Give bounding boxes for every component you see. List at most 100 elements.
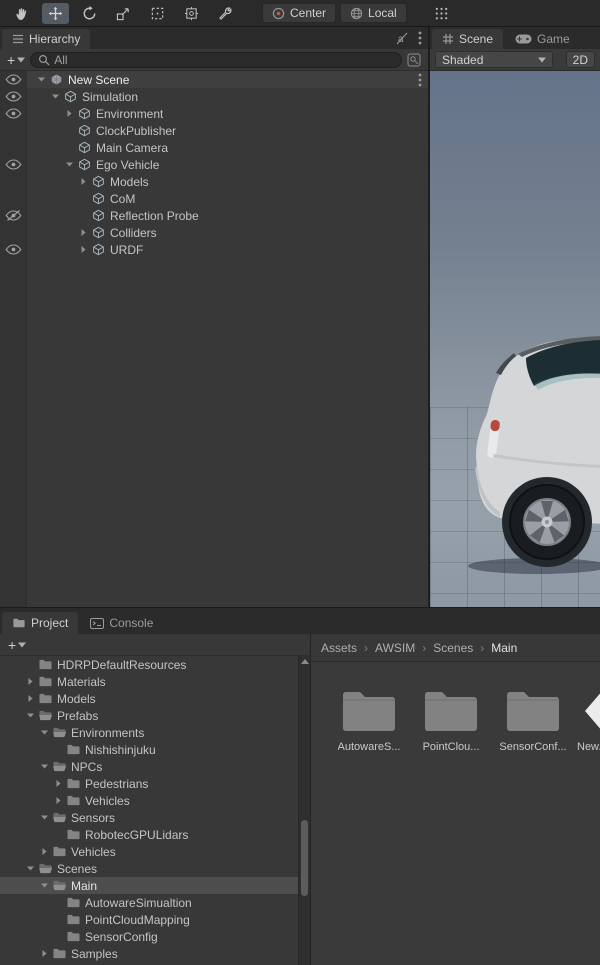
breadcrumb-item-assets[interactable]: Assets xyxy=(321,641,357,655)
project-tree-scrollbar[interactable] xyxy=(298,656,310,965)
hierarchy-item-environment[interactable]: Environment xyxy=(0,105,428,122)
expand-arrow-icon[interactable] xyxy=(24,677,37,686)
project-folder-hdrpdefaultresources[interactable]: HDRPDefaultResources xyxy=(0,656,298,673)
asset-tile-new-[interactable]: New... xyxy=(575,688,600,753)
hierarchy-item-models[interactable]: Models xyxy=(0,173,428,190)
asset-tile-pointclou-[interactable]: PointClou... xyxy=(411,688,491,753)
hand-tool[interactable] xyxy=(8,3,35,24)
project-folder-samples[interactable]: Samples xyxy=(0,945,298,962)
project-folder-sensorconfig[interactable]: SensorConfig xyxy=(0,928,298,945)
toggle-2d-button[interactable]: 2D xyxy=(565,51,595,68)
expand-arrow-icon[interactable] xyxy=(38,949,51,958)
expand-arrow-icon[interactable] xyxy=(63,160,76,169)
scroll-up-icon[interactable] xyxy=(299,656,310,666)
expand-arrow-icon[interactable] xyxy=(52,779,65,788)
visibility-toggle-icon[interactable] xyxy=(0,173,27,190)
expand-arrow-icon[interactable] xyxy=(38,728,51,737)
project-folder-sensors[interactable]: Sensors xyxy=(0,809,298,826)
project-folder-vehicles[interactable]: Vehicles xyxy=(0,792,298,809)
kebab-menu-icon[interactable] xyxy=(418,31,422,45)
breadcrumb-item-main[interactable]: Main xyxy=(491,641,517,655)
project-folder-scenes[interactable]: Scenes xyxy=(0,860,298,877)
project-folder-vehicles[interactable]: Vehicles xyxy=(0,843,298,860)
expand-arrow-icon[interactable] xyxy=(38,813,51,822)
shading-mode-dropdown[interactable]: Shaded xyxy=(435,51,553,68)
expand-arrow-icon[interactable] xyxy=(38,762,51,771)
visibility-toggle-icon[interactable] xyxy=(0,71,27,88)
create-object-button[interactable]: + xyxy=(7,53,26,67)
move-tool[interactable] xyxy=(42,2,69,24)
visibility-toggle-icon[interactable] xyxy=(0,122,27,139)
project-folder-autowaresimualtion[interactable]: AutowareSimualtion xyxy=(0,894,298,911)
project-folder-materials[interactable]: Materials xyxy=(0,673,298,690)
asset-tile-autowares-[interactable]: AutowareS... xyxy=(329,688,409,753)
folder-icon xyxy=(37,675,54,688)
create-asset-button[interactable]: + xyxy=(8,638,27,652)
project-folder-nishishinjuku[interactable]: Nishishinjuku xyxy=(0,741,298,758)
hierarchy-item-ego-vehicle[interactable]: Ego Vehicle xyxy=(0,156,428,173)
hierarchy-item-simulation[interactable]: Simulation xyxy=(0,88,428,105)
search-by-type-icon[interactable] xyxy=(407,53,421,67)
expand-arrow-icon[interactable] xyxy=(52,796,65,805)
hierarchy-item-main-camera[interactable]: Main Camera xyxy=(0,139,428,156)
visibility-toggle-icon[interactable] xyxy=(0,105,27,122)
folder-open-icon xyxy=(51,879,68,892)
breadcrumb-item-scenes[interactable]: Scenes xyxy=(433,641,473,655)
expand-arrow-icon[interactable] xyxy=(24,711,37,720)
hierarchy-item-colliders[interactable]: Colliders xyxy=(0,224,428,241)
hierarchy-item-urdf[interactable]: URDF xyxy=(0,241,428,258)
project-folder-robotecgpulidars[interactable]: RobotecGPULidars xyxy=(0,826,298,843)
project-folder-pointcloudmapping[interactable]: PointCloudMapping xyxy=(0,911,298,928)
expand-arrow-icon[interactable] xyxy=(77,245,90,254)
rotate-tool[interactable] xyxy=(76,3,103,24)
tab-game[interactable]: Game xyxy=(505,29,580,49)
visibility-toggle-icon[interactable] xyxy=(0,139,27,156)
scale-tool[interactable] xyxy=(110,3,137,24)
expand-arrow-icon[interactable] xyxy=(77,228,90,237)
expand-arrow-icon[interactable] xyxy=(24,694,37,703)
visibility-toggle-icon[interactable] xyxy=(0,156,27,173)
kebab-menu-icon[interactable] xyxy=(418,73,422,87)
orientation-toggle-button[interactable]: Local xyxy=(340,3,407,23)
tab-project[interactable]: Project xyxy=(2,612,79,634)
scrollbar-thumb[interactable] xyxy=(301,820,308,896)
project-folder-environments[interactable]: Environments xyxy=(0,724,298,741)
project-folder-pedestrians[interactable]: Pedestrians xyxy=(0,775,298,792)
visibility-toggle-icon[interactable] xyxy=(0,241,27,258)
visibility-toggle-icon[interactable] xyxy=(0,190,27,207)
scene-viewport[interactable] xyxy=(430,71,600,607)
pivot-toggle-button[interactable]: Center xyxy=(262,3,337,23)
hierarchy-item-com[interactable]: CoM xyxy=(0,190,428,207)
project-folder-npcs[interactable]: NPCs xyxy=(0,758,298,775)
grid-snap-button[interactable] xyxy=(428,3,455,24)
asset-tile-sensorconf-[interactable]: SensorConf... xyxy=(493,688,573,753)
hierarchy-item-reflection-probe[interactable]: Reflection Probe xyxy=(0,207,428,224)
rename-disabled-icon[interactable]: a xyxy=(395,32,409,45)
visibility-toggle-icon[interactable] xyxy=(0,88,27,105)
hierarchy-search-input[interactable]: All xyxy=(30,51,402,68)
expand-arrow-icon[interactable] xyxy=(49,92,62,101)
project-folder-models[interactable]: Models xyxy=(0,690,298,707)
expand-arrow-icon[interactable] xyxy=(24,864,37,873)
expand-arrow-icon[interactable] xyxy=(63,109,76,118)
breadcrumb-item-awsim[interactable]: AWSIM xyxy=(375,641,415,655)
rect-tool[interactable] xyxy=(144,3,171,24)
expand-arrow-icon[interactable] xyxy=(38,881,51,890)
asset-tile-label: PointClou... xyxy=(422,741,480,753)
folder-icon xyxy=(65,828,82,841)
tab-console[interactable]: Console xyxy=(80,612,163,634)
expand-arrow-icon[interactable] xyxy=(38,847,51,856)
expand-arrow-icon[interactable] xyxy=(77,177,90,186)
expand-arrow-icon[interactable] xyxy=(35,75,48,84)
tab-scene[interactable]: Scene xyxy=(432,29,504,49)
available-tools[interactable] xyxy=(212,3,239,24)
tab-hierarchy[interactable]: Hierarchy xyxy=(2,29,91,49)
project-folder-prefabs[interactable]: Prefabs xyxy=(0,707,298,724)
scene-grid-icon xyxy=(442,33,454,45)
visibility-off-icon[interactable] xyxy=(0,207,27,224)
hierarchy-item-new-scene[interactable]: New Scene xyxy=(0,71,428,88)
transform-tool[interactable] xyxy=(178,3,205,24)
project-folder-main[interactable]: Main xyxy=(0,877,298,894)
visibility-toggle-icon[interactable] xyxy=(0,224,27,241)
hierarchy-item-clockpublisher[interactable]: ClockPublisher xyxy=(0,122,428,139)
